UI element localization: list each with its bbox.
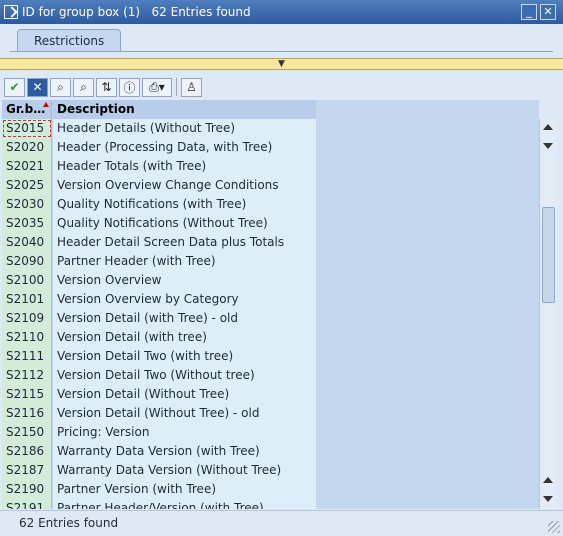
check-icon[interactable]: ✔ <box>4 77 25 97</box>
cell-description[interactable]: Version Overview <box>53 271 316 290</box>
column-header-code[interactable]: Gr.b… <box>2 100 52 119</box>
table-row[interactable]: S2150 Pricing: Version <box>2 423 539 442</box>
cell-code[interactable]: S2112 <box>2 366 52 385</box>
table-row[interactable]: S2190 Partner Version (with Tree) <box>2 480 539 499</box>
cell-description[interactable]: Version Detail (Without Tree) - old <box>53 404 316 423</box>
cell-description[interactable]: Partner Version (with Tree) <box>53 480 316 499</box>
cell-description[interactable]: Version Overview by Category <box>53 290 316 309</box>
status-bar: 62 Entries found <box>0 510 563 536</box>
table-row[interactable]: S2100 Version Overview <box>2 271 539 290</box>
print-icon[interactable]: ⎙▾ <box>142 77 172 97</box>
status-text: 62 Entries found <box>19 516 119 530</box>
cell-description[interactable]: Version Detail (with tree) <box>53 328 316 347</box>
column-header-description[interactable]: Description <box>53 100 316 119</box>
cell-code[interactable]: S2020 <box>2 138 52 157</box>
window-titlebar: ID for group box (1) 62 Entries found _ … <box>0 0 563 24</box>
tab-strip: Restrictions <box>0 24 563 58</box>
minimize-icon[interactable]: _ <box>521 4 537 20</box>
scroll-page-up-icon[interactable] <box>543 477 553 483</box>
cell-code[interactable]: S2035 <box>2 214 52 233</box>
cell-description[interactable]: Version Overview Change Conditions <box>53 176 316 195</box>
cell-code[interactable]: S2186 <box>2 442 52 461</box>
find-icon[interactable]: ⌕ <box>50 77 71 97</box>
cell-description[interactable]: Header Totals (with Tree) <box>53 157 316 176</box>
table-row[interactable]: S2191 Partner Header/Version (with Tree) <box>2 499 539 509</box>
table-row[interactable]: S2035 Quality Notifications (Without Tree… <box>2 214 539 233</box>
sort-icon[interactable]: ⇅ <box>96 77 117 97</box>
collapse-arrow-icon: ▼ <box>278 59 285 69</box>
cell-code[interactable]: S2110 <box>2 328 52 347</box>
table-row[interactable]: S2116 Version Detail (Without Tree) - old <box>2 404 539 423</box>
cell-description[interactable]: Header Details (Without Tree) <box>53 119 316 138</box>
clear-icon[interactable]: ♙ <box>181 77 202 97</box>
find-next-icon[interactable]: ⌕ <box>73 77 94 97</box>
cell-description[interactable]: Version Detail Two (with tree) <box>53 347 316 366</box>
cell-code[interactable]: S2025 <box>2 176 52 195</box>
cell-code[interactable]: S2021 <box>2 157 52 176</box>
table-row[interactable]: S2025 Version Overview Change Conditions <box>2 176 539 195</box>
cell-code[interactable]: S2100 <box>2 271 52 290</box>
column-header-code-label: Gr.b… <box>6 102 46 116</box>
grid-body: S2015 Header Details (Without Tree) S2020 H… <box>2 119 539 509</box>
tab-divider <box>10 51 553 52</box>
table-row[interactable]: S2101 Version Overview by Category <box>2 290 539 309</box>
toolbar: ✔ ✕ ⌕ ⌕ ⇅ ⓘ ⎙▾ ♙ <box>2 74 562 100</box>
sort-ascending-icon <box>43 102 49 107</box>
cell-code[interactable]: S2187 <box>2 461 52 480</box>
restrictions-toggle-bar[interactable]: ▼ <box>0 58 563 70</box>
cell-code[interactable]: S2116 <box>2 404 52 423</box>
scroll-page-down-icon[interactable] <box>543 496 553 502</box>
cell-code[interactable]: S2101 <box>2 290 52 309</box>
cell-code[interactable]: S2015 <box>2 119 52 138</box>
cell-description[interactable]: Warranty Data Version (with Tree) <box>53 442 316 461</box>
window-title: ID for group box (1) 62 Entries found <box>22 5 251 19</box>
scroll-up-icon[interactable] <box>543 124 553 130</box>
cell-code[interactable]: S2115 <box>2 385 52 404</box>
cell-code[interactable]: S2090 <box>2 252 52 271</box>
table-row[interactable]: S2020 Header (Processing Data, with Tree) <box>2 138 539 157</box>
table-row[interactable]: S2030 Quality Notifications (with Tree) <box>2 195 539 214</box>
toolbar-separator <box>176 78 177 96</box>
table-row[interactable]: S2186 Warranty Data Version (with Tree) <box>2 442 539 461</box>
cell-code[interactable]: S2191 <box>2 499 52 509</box>
table-row[interactable]: S2021 Header Totals (with Tree) <box>2 157 539 176</box>
cancel-icon[interactable]: ✕ <box>27 77 48 97</box>
cell-description[interactable]: Version Detail (Without Tree) <box>53 385 316 404</box>
scroll-thumb[interactable] <box>542 207 555 303</box>
cell-description[interactable]: Version Detail (with Tree) - old <box>53 309 316 328</box>
window-icon <box>4 5 18 19</box>
cell-code[interactable]: S2109 <box>2 309 52 328</box>
results-grid: Gr.b… Description S2015 Header Details (W… <box>2 100 539 509</box>
cell-description[interactable]: Quality Notifications (Without Tree) <box>53 214 316 233</box>
resize-grip-icon[interactable] <box>548 521 560 533</box>
table-row[interactable]: S2015 Header Details (Without Tree) <box>2 119 539 138</box>
table-row[interactable]: S2109 Version Detail (with Tree) - old <box>2 309 539 328</box>
grid-header: Gr.b… Description <box>2 100 539 119</box>
cell-description[interactable]: Version Detail Two (Without tree) <box>53 366 316 385</box>
tab-restrictions[interactable]: Restrictions <box>17 29 122 51</box>
close-icon[interactable]: ✕ <box>540 4 556 20</box>
cell-code[interactable]: S2030 <box>2 195 52 214</box>
cell-code[interactable]: S2150 <box>2 423 52 442</box>
table-row[interactable]: S2187 Warranty Data Version (Without Tree… <box>2 461 539 480</box>
cell-description[interactable]: Pricing: Version <box>53 423 316 442</box>
table-row[interactable]: S2111 Version Detail Two (with tree) <box>2 347 539 366</box>
vertical-scrollbar[interactable] <box>539 119 557 509</box>
cell-description[interactable]: Header (Processing Data, with Tree) <box>53 138 316 157</box>
info-icon[interactable]: ⓘ <box>119 77 140 97</box>
cell-description[interactable]: Header Detail Screen Data plus Totals <box>53 233 316 252</box>
table-row[interactable]: S2090 Partner Header (with Tree) <box>2 252 539 271</box>
cell-code[interactable]: S2190 <box>2 480 52 499</box>
scroll-down-icon[interactable] <box>543 143 553 149</box>
cell-code[interactable]: S2111 <box>2 347 52 366</box>
table-row[interactable]: S2112 Version Detail Two (Without tree) <box>2 366 539 385</box>
cell-code[interactable]: S2040 <box>2 233 52 252</box>
table-row[interactable]: S2115 Version Detail (Without Tree) <box>2 385 539 404</box>
table-row[interactable]: S2110 Version Detail (with tree) <box>2 328 539 347</box>
cell-description[interactable]: Partner Header/Version (with Tree) <box>53 499 316 509</box>
cell-description[interactable]: Quality Notifications (with Tree) <box>53 195 316 214</box>
table-row[interactable]: S2040 Header Detail Screen Data plus Tota… <box>2 233 539 252</box>
cell-description[interactable]: Warranty Data Version (Without Tree) <box>53 461 316 480</box>
cell-description[interactable]: Partner Header (with Tree) <box>53 252 316 271</box>
